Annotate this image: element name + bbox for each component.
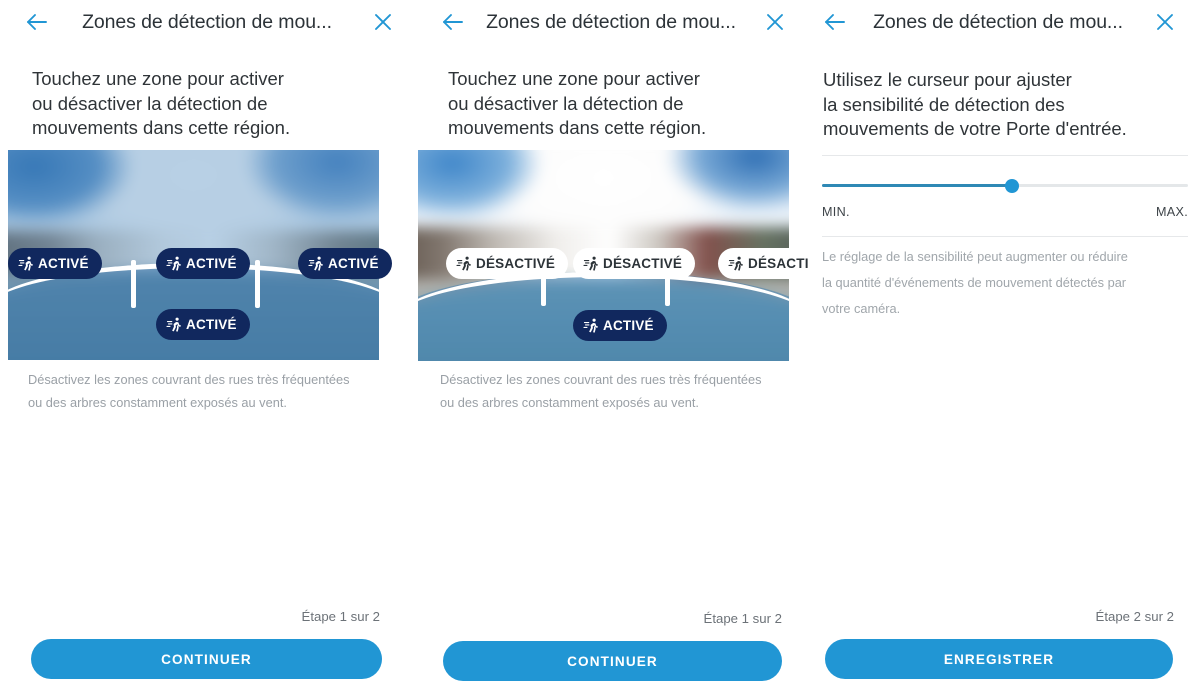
close-icon[interactable] [762, 9, 788, 35]
continue-button[interactable]: CONTINUER [443, 641, 782, 681]
close-icon[interactable] [1152, 9, 1178, 35]
zone-divider-right [255, 260, 261, 308]
page-title: Zones de détection de mou... [82, 10, 332, 33]
zone-badge-label: ACTIVÉ [186, 317, 237, 332]
zone-divider-left [131, 260, 137, 308]
zone-badge-top-left[interactable]: DÉSACTIVÉ [446, 248, 569, 279]
panel-sensitivity: Zones de détection de mou... Utilisez le… [808, 0, 1200, 692]
page-title: Zones de détection de mou... [873, 10, 1123, 33]
panel-zones-deactivated: Zones de détection de mou... Touchez une… [418, 0, 841, 692]
running-person-icon [583, 318, 598, 333]
zone-badge-top-center[interactable]: DÉSACTIVÉ [573, 248, 696, 279]
divider-bottom [822, 236, 1188, 237]
preview-caption: Désactivez les zones couvrant des rues t… [28, 368, 388, 414]
zone-badge-label: ACTIVÉ [186, 256, 237, 271]
title-bar: Zones de détection de mou... [0, 0, 418, 44]
zone-badge-top-left[interactable]: ACTIVÉ [8, 248, 102, 279]
zone-badge-label: ACTIVÉ [38, 256, 89, 271]
instruction-line: ou désactiver la détection de [448, 92, 684, 114]
sensitivity-description: Le réglage de la sensibilité peut augmen… [822, 244, 1184, 322]
instruction-text: Touchez une zone pour activer ou désacti… [0, 67, 418, 141]
running-person-icon [583, 256, 598, 271]
arrow-left-icon[interactable] [24, 9, 50, 35]
arrow-left-icon[interactable] [822, 9, 848, 35]
step-indicator: Étape 1 sur 2 [301, 609, 380, 624]
zone-badge-label: ACTIVÉ [603, 318, 654, 333]
running-person-icon [166, 256, 181, 271]
instruction-line: mouvements dans cette région. [32, 117, 291, 138]
caption-line: ou des arbres constamment exposés au ven… [440, 395, 699, 410]
instruction-line: Touchez une zone pour activer [32, 68, 284, 89]
slider-min-label: MIN. [822, 205, 850, 219]
slider-scale-labels: MIN. MAX. [822, 205, 1188, 219]
step-indicator: Étape 1 sur 2 [703, 611, 782, 626]
divider-top [822, 155, 1188, 156]
zone-badge-label: DÉSACTIVÉ [603, 256, 683, 271]
instruction-line: Touchez une zone pour activer [448, 68, 700, 89]
zone-badge-bottom[interactable]: ACTIVÉ [573, 310, 667, 341]
zone-badge-top-center[interactable]: ACTIVÉ [156, 248, 250, 279]
close-icon[interactable] [370, 9, 396, 35]
zone-badge-top-right[interactable]: ACTIVÉ [298, 248, 392, 279]
running-person-icon [166, 317, 181, 332]
step-indicator: Étape 2 sur 2 [1095, 609, 1174, 624]
continue-button[interactable]: CONTINUER [31, 639, 382, 679]
description-line: Le réglage de la sensibilité peut augmen… [822, 249, 1128, 264]
panel-zones-activated: Zones de détection de mou... Touchez une… [0, 0, 418, 692]
description-line: la quantité d'événements de mouvement dé… [822, 275, 1127, 290]
caption-line: ou des arbres constamment exposés au ven… [28, 395, 287, 410]
slider-fill [822, 184, 1013, 187]
preview-caption: Désactivez les zones couvrant des rues t… [440, 368, 800, 414]
save-button[interactable]: ENREGISTRER [825, 639, 1173, 679]
instruction-line: mouvements de votre Porte d'entrée. [823, 118, 1127, 139]
zone-badge-label: ACTIVÉ [328, 256, 379, 271]
instruction-text: Utilisez le curseur pour ajuster la sens… [808, 68, 1200, 142]
zone-badge-label: DÉSACTIVÉ [476, 256, 556, 271]
running-person-icon [18, 256, 33, 271]
caption-line: Désactivez les zones couvrant des rues t… [440, 372, 762, 387]
title-bar: Zones de détection de mou... [418, 0, 808, 44]
title-bar: Zones de détection de mou... [808, 0, 1200, 44]
slider-thumb[interactable] [1005, 179, 1020, 193]
instruction-text: Touchez une zone pour activer ou désacti… [418, 67, 808, 141]
arrow-left-icon[interactable] [440, 9, 466, 35]
running-person-icon [728, 256, 743, 271]
instruction-line: la sensibilité de détection des [823, 93, 1065, 115]
screenshot-triptych: Zones de détection de mou... Touchez une… [0, 0, 1200, 692]
instruction-line: Utilisez le curseur pour ajuster [823, 69, 1072, 90]
instruction-line: mouvements dans cette région. [448, 117, 707, 138]
caption-line: Désactivez les zones couvrant des rues t… [28, 372, 350, 387]
running-person-icon [308, 256, 323, 271]
page-title: Zones de détection de mou... [486, 10, 736, 33]
slider-max-label: MAX. [1156, 205, 1188, 219]
running-person-icon [456, 256, 471, 271]
sensitivity-slider[interactable] [822, 178, 1188, 194]
instruction-line: ou désactiver la détection de [32, 92, 268, 114]
zone-badge-bottom[interactable]: ACTIVÉ [156, 309, 250, 340]
description-line: votre caméra. [822, 301, 901, 316]
